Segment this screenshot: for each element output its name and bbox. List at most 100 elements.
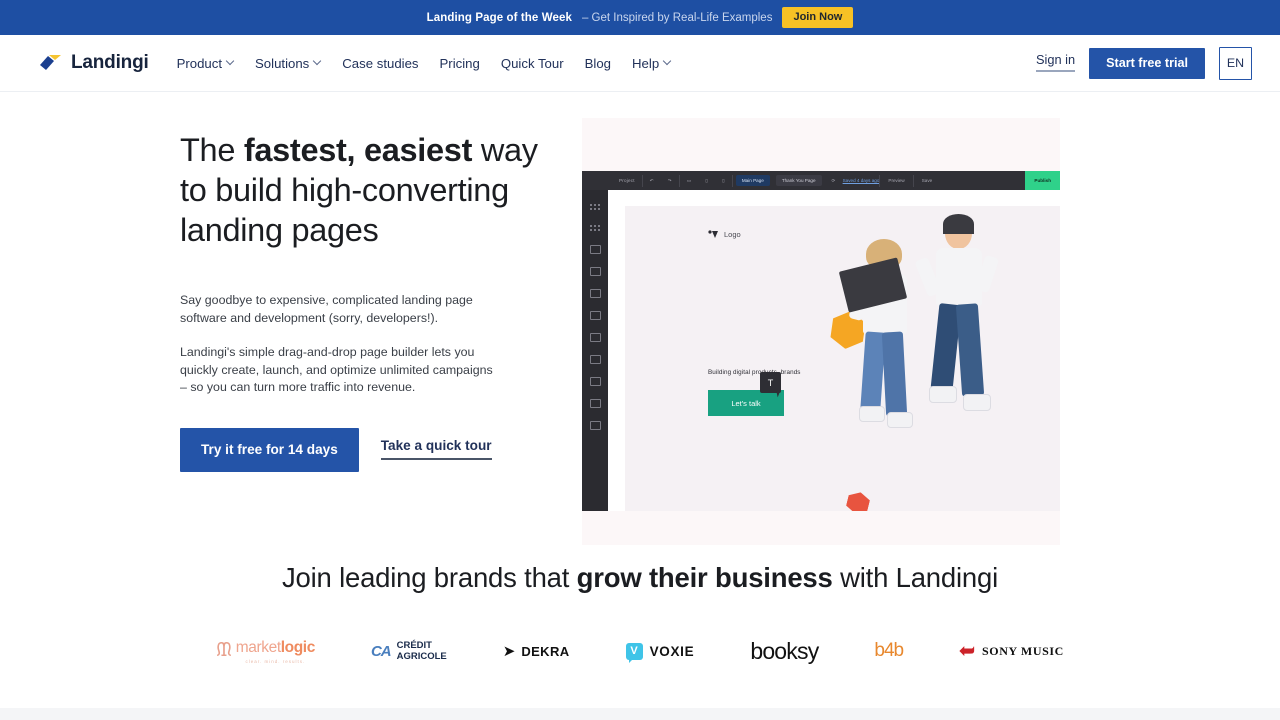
promo-subtext: – Get Inspired by Real-Life Examples: [581, 11, 773, 24]
nav-label: Product: [176, 55, 223, 71]
credit-agricole-wordmark: CRÉDIT AGRICOLE: [397, 640, 447, 662]
woman-shoe-left: [859, 406, 885, 422]
code-icon[interactable]: [589, 421, 601, 430]
brands-title-emphasis: grow their business: [576, 562, 833, 593]
brand-logo-sony-music: ➥ SONY MUSIC: [959, 634, 1064, 668]
sign-in-link[interactable]: Sign in: [1035, 53, 1076, 72]
hero-paragraph-1: Say goodbye to expensive, complicated la…: [180, 293, 473, 325]
undo-icon[interactable]: ↶: [643, 178, 661, 184]
nav-item-pricing[interactable]: Pricing: [440, 56, 480, 71]
nav-label: Case studies: [342, 55, 419, 71]
tab-main-page[interactable]: Main Page: [735, 175, 770, 186]
hero-title-part1: The: [180, 132, 244, 168]
save-button[interactable]: Save: [914, 178, 940, 183]
logo-placeholder-icon: [708, 230, 718, 238]
mock-page-headline: Building digital products, brands: [708, 369, 801, 376]
brand-logo-credit-agricole: CA CRÉDIT AGRICOLE: [371, 634, 447, 668]
brands-section: Join leading brands that grow their busi…: [0, 532, 1280, 668]
woman-leg-right: [881, 331, 908, 417]
decorative-cube-red: [845, 490, 872, 511]
credit-agricole-lockup: CA CRÉDIT AGRICOLE: [371, 640, 447, 662]
hero-cta-group: Try it free for 14 days Take a quick tou…: [180, 427, 540, 472]
mock-logo-text: Logo: [724, 230, 741, 239]
dekra-lockup: ➤ DEKRA: [503, 644, 570, 659]
credit-agricole-line2: AGRICOLE: [396, 651, 447, 662]
chevron-down-icon: [314, 58, 321, 65]
voxie-wordmark: VOXIE: [649, 643, 695, 659]
join-now-button[interactable]: Join Now: [782, 7, 854, 28]
credit-agricole-mark-icon: CA: [370, 642, 392, 660]
marketlogic-word-b: logic: [280, 638, 316, 656]
sony-music-lockup: ➥ SONY MUSIC: [959, 641, 1064, 662]
page-bottom-strip: [0, 708, 1280, 720]
header-actions: Sign in Start free trial EN: [1035, 46, 1252, 80]
mock-editor-sidebar[interactable]: [582, 171, 608, 511]
landingi-mark-icon: [40, 55, 61, 70]
marketlogic-word-a: market: [235, 638, 281, 656]
grid-icon[interactable]: [589, 224, 601, 232]
hero-title: The fastest, easiest way to build high-c…: [180, 130, 540, 250]
sections-icon[interactable]: [589, 203, 601, 211]
mock-page-cta-button[interactable]: Let's talk: [708, 390, 784, 416]
brand-logo-voxie: V VOXIE: [625, 634, 695, 668]
nav-item-blog[interactable]: Blog: [585, 56, 611, 71]
man-hair: [943, 214, 974, 234]
hero-paragraph-2: Landingi's simple drag-and-drop page bui…: [180, 345, 493, 394]
saved-status[interactable]: Saved 4 days ago: [843, 178, 880, 183]
brand-logo-booksy: booksy: [750, 634, 819, 668]
toolbar-divider: [731, 174, 733, 187]
chevron-down-icon: [664, 58, 671, 65]
woman-shoe-right: [887, 412, 913, 428]
form-icon[interactable]: [589, 333, 601, 342]
marketlogic-mark-icon: ᙢ: [216, 640, 232, 661]
chevron-down-icon: [227, 58, 234, 65]
nav-item-help[interactable]: Help: [632, 56, 671, 71]
layout-icon[interactable]: [589, 377, 601, 386]
mobile-view-icon[interactable]: ▯: [715, 178, 732, 184]
nav-item-case-studies[interactable]: Case studies: [342, 56, 418, 71]
booksy-wordmark: booksy: [750, 637, 819, 664]
logo[interactable]: Landingi: [40, 52, 149, 74]
nav-item-quick-tour[interactable]: Quick Tour: [501, 56, 564, 71]
hero-section: The fastest, easiest way to build high-c…: [0, 92, 1280, 545]
mock-project-label[interactable]: Project: [612, 178, 642, 183]
quick-tour-link[interactable]: Take a quick tour: [380, 439, 492, 460]
publish-button[interactable]: Publish: [1025, 171, 1060, 190]
mock-editor-toolbar: Project ↶ ↷ ▭ ▯ ▯ Main Page Thank You Pa…: [582, 171, 1060, 190]
brand-logo-marketlogic: ᙢ marketlogic clear. mind. results.: [216, 634, 315, 668]
try-free-button[interactable]: Try it free for 14 days: [180, 427, 359, 472]
brands-title: Join leading brands that grow their busi…: [0, 558, 1280, 598]
mock-editor-canvas[interactable]: Logo Building digital products, brands L…: [608, 190, 1060, 511]
text-block-icon[interactable]: [589, 245, 601, 254]
preview-button[interactable]: Preview: [880, 178, 912, 183]
b4b-wordmark: b4b: [874, 640, 904, 661]
widgets-icon[interactable]: [589, 311, 601, 320]
settings-icon[interactable]: [589, 399, 601, 408]
tab-thank-you-page[interactable]: Thank You Page: [775, 175, 822, 186]
nav-item-product[interactable]: Product: [177, 56, 234, 71]
start-free-trial-button[interactable]: Start free trial: [1089, 47, 1205, 79]
man-shoe-right: [963, 394, 991, 411]
brand-logo-dekra: ➤ DEKRA: [503, 634, 570, 668]
image-icon[interactable]: [589, 289, 601, 298]
main-nav: Product Solutions Case studies Pricing Q…: [177, 56, 672, 71]
nav-label: Quick Tour: [500, 55, 564, 71]
nav-label: Pricing: [439, 55, 480, 71]
marketlogic-wordmark: marketlogic: [235, 638, 316, 657]
shapes-icon[interactable]: [589, 267, 601, 276]
dekra-wordmark: DEKRA: [521, 643, 570, 659]
video-icon[interactable]: [589, 355, 601, 364]
man-shoe-left: [929, 386, 957, 403]
promo-banner: Landing Page of the Week – Get Inspired …: [0, 0, 1280, 35]
history-icon: ⟳: [831, 177, 836, 183]
tablet-view-icon[interactable]: ▯: [698, 178, 715, 184]
nav-item-solutions[interactable]: Solutions: [255, 56, 321, 71]
man-shirt: [936, 248, 982, 306]
mock-builder-window: Project ↶ ↷ ▭ ▯ ▯ Main Page Thank You Pa…: [582, 171, 1060, 511]
text-tool-badge[interactable]: T: [760, 372, 781, 393]
desktop-view-icon[interactable]: ▭: [680, 178, 699, 184]
redo-icon[interactable]: ↷: [661, 178, 679, 184]
marketlogic-lockup: ᙢ marketlogic clear. mind. results.: [216, 639, 315, 664]
hero-illustration: Project ↶ ↷ ▭ ▯ ▯ Main Page Thank You Pa…: [582, 118, 1142, 545]
language-selector[interactable]: EN: [1219, 46, 1252, 80]
